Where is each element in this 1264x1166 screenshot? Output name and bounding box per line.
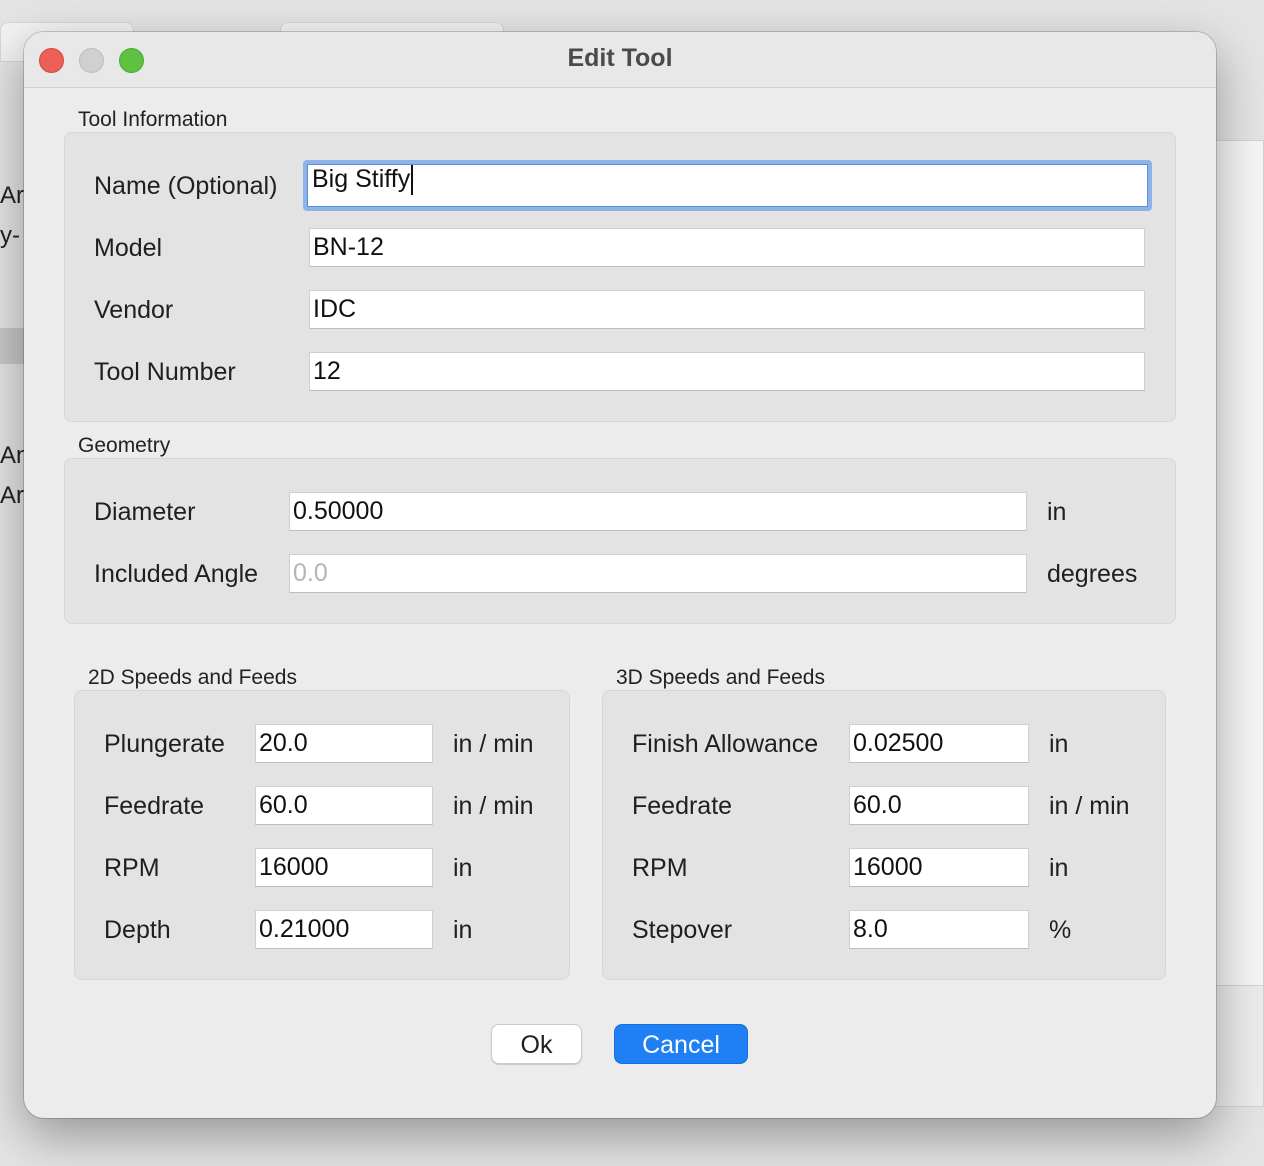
background-text: y-	[0, 222, 20, 249]
geometry-group	[64, 458, 1176, 624]
text-caret	[411, 165, 414, 196]
finish-allowance-field[interactable]: 0.02500	[849, 724, 1029, 763]
feedrate-3d-field[interactable]: 60.0	[849, 786, 1029, 825]
stepover-unit: %	[1049, 916, 1072, 944]
tool-number-label: Tool Number	[94, 358, 236, 386]
tool-information-label: Tool Information	[78, 108, 228, 131]
feedrate-3d-unit: in / min	[1049, 792, 1130, 820]
depth-label: Depth	[104, 916, 171, 944]
speeds-2d-label: 2D Speeds and Feeds	[88, 666, 297, 689]
rpm-3d-unit: in	[1049, 854, 1069, 882]
finish-allowance-unit: in	[1049, 730, 1069, 758]
name-value: Big Stiffy	[312, 165, 411, 193]
diameter-field[interactable]: 0.50000	[289, 492, 1027, 531]
ok-button[interactable]: Ok	[491, 1024, 582, 1064]
depth-unit: in	[453, 916, 473, 944]
speeds-3d-label: 3D Speeds and Feeds	[616, 666, 825, 689]
stepover-field[interactable]: 8.0	[849, 910, 1029, 949]
background-strip	[0, 328, 26, 364]
diameter-unit: in	[1047, 498, 1067, 526]
feedrate-2d-unit: in / min	[453, 792, 534, 820]
vendor-label: Vendor	[94, 296, 174, 324]
plungerate-unit: in / min	[453, 730, 534, 758]
title-bar: Edit Tool	[24, 32, 1216, 88]
feedrate-3d-label: Feedrate	[632, 792, 733, 820]
diameter-label: Diameter	[94, 498, 196, 526]
tool-number-field[interactable]: 12	[309, 352, 1145, 391]
dialog-title: Edit Tool	[567, 44, 673, 72]
vendor-field[interactable]: IDC	[309, 290, 1145, 329]
name-field[interactable]: Big Stiffy	[303, 160, 1152, 211]
plungerate-label: Plungerate	[104, 730, 225, 758]
included-angle-unit: degrees	[1047, 560, 1138, 588]
model-field[interactable]: BN-12	[309, 228, 1145, 267]
rpm-3d-field[interactable]: 16000	[849, 848, 1029, 887]
depth-field[interactable]: 0.21000	[255, 910, 433, 949]
stepover-label: Stepover	[632, 916, 733, 944]
rpm-2d-field[interactable]: 16000	[255, 848, 433, 887]
included-angle-field[interactable]: 0.0	[289, 554, 1027, 593]
plungerate-field[interactable]: 20.0	[255, 724, 433, 763]
feedrate-2d-label: Feedrate	[104, 792, 205, 820]
background-text: Ar	[0, 182, 24, 209]
feedrate-2d-field[interactable]: 60.0	[255, 786, 433, 825]
background-text: Ar	[0, 482, 24, 509]
rpm-2d-unit: in	[453, 854, 473, 882]
model-label: Model	[94, 234, 163, 262]
geometry-label: Geometry	[78, 434, 171, 457]
cancel-button[interactable]: Cancel	[614, 1024, 748, 1064]
edit-tool-dialog: Edit Tool Tool Information Name (Optiona…	[24, 32, 1216, 1118]
rpm-2d-label: RPM	[104, 854, 160, 882]
rpm-3d-label: RPM	[632, 854, 688, 882]
name-label: Name (Optional)	[94, 172, 278, 200]
included-angle-label: Included Angle	[94, 560, 259, 588]
finish-allowance-label: Finish Allowance	[632, 730, 819, 758]
